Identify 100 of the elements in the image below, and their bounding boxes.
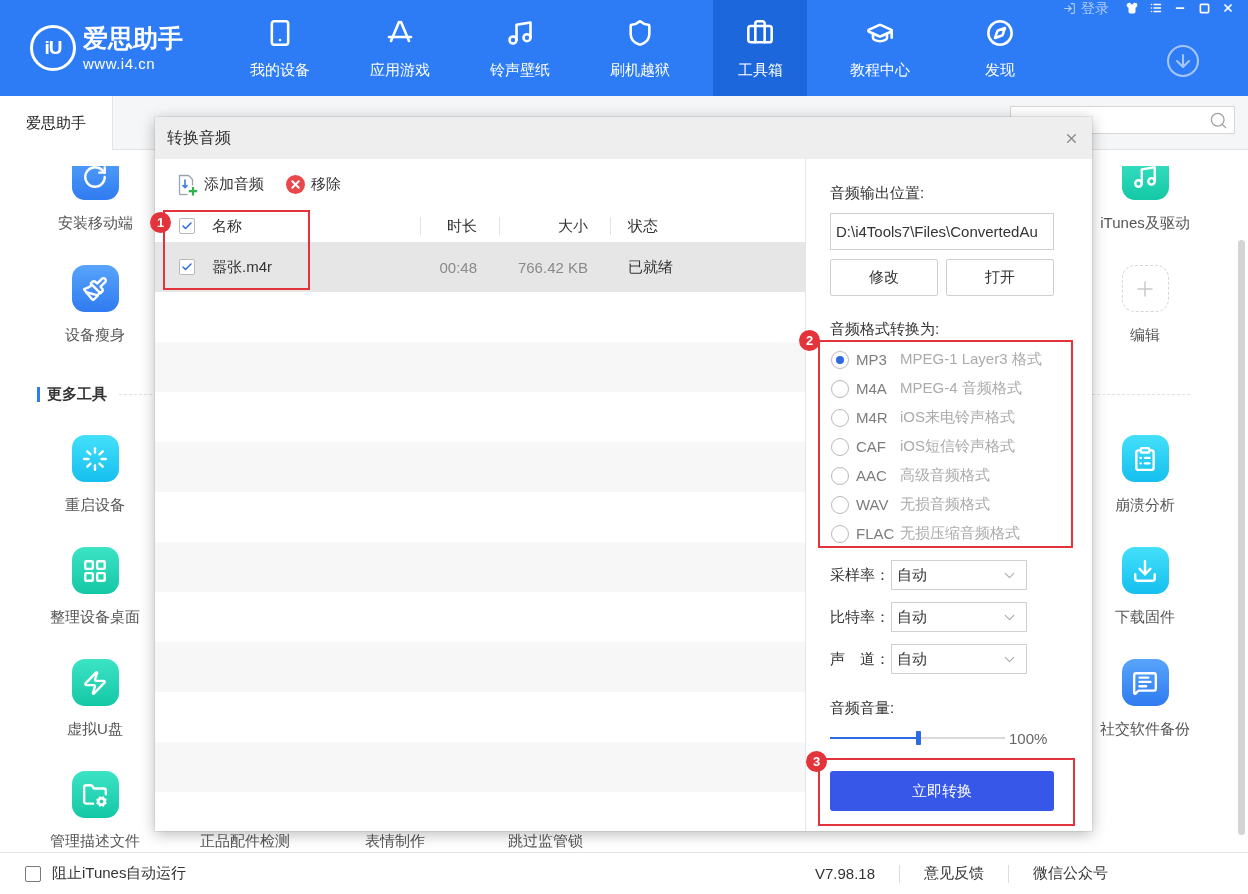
column-header[interactable]: 大小	[558, 216, 588, 236]
tool-label[interactable]: 重启设备	[65, 497, 125, 513]
action-button[interactable]: 打开	[946, 259, 1054, 296]
shirt-icon[interactable]	[1126, 2, 1138, 14]
table-cell: 766.42 KB	[517, 258, 588, 276]
lightning-icon[interactable]	[71, 659, 119, 706]
shield-icon	[626, 19, 654, 47]
field-label: 比特率：	[830, 607, 891, 627]
tool-label[interactable]: 虚拟U盘	[67, 721, 123, 737]
format-label[interactable]: AAC	[856, 467, 900, 484]
toolbar-button[interactable]: 添加音频	[178, 173, 264, 196]
format-label[interactable]: FLAC	[856, 525, 900, 542]
heading-bar-icon	[37, 386, 40, 402]
field-label: 音频格式转换为:	[830, 321, 941, 337]
logo: iU	[30, 25, 76, 71]
footer-link[interactable]: 微信公众号	[1033, 864, 1108, 883]
column-header[interactable]: 名称	[212, 216, 242, 236]
column-header[interactable]: 状态	[628, 216, 658, 236]
dropdown[interactable]: 自动	[891, 644, 1027, 674]
format-label[interactable]: CAF	[856, 438, 900, 455]
footer-link[interactable]: 意见反馈	[924, 864, 984, 883]
menu-icon[interactable]	[1150, 2, 1162, 14]
radio-button[interactable]	[831, 350, 849, 369]
checkbox-label[interactable]: 阻止iTunes自动运行	[52, 864, 187, 883]
download-icon[interactable]	[1121, 547, 1169, 594]
table-cell: 00:48	[439, 258, 477, 276]
format-label[interactable]: M4R	[856, 409, 900, 426]
file-add-icon	[178, 173, 198, 196]
tool-label[interactable]: 正品配件检测	[200, 833, 290, 849]
maximize-icon[interactable]	[1198, 2, 1210, 14]
format-description: iOS短信铃声格式	[900, 437, 1015, 456]
format-label[interactable]: MP3	[856, 351, 900, 368]
nav-tab[interactable]: 铃声壁纸	[473, 0, 567, 96]
table-row[interactable]: 嚣张.m4r 00:48 766.42 KB 已就绪	[155, 242, 805, 292]
column-header[interactable]: 时长	[447, 216, 477, 236]
tool-label[interactable]: 表情制作	[365, 833, 425, 849]
table-cell: 已就绪	[628, 257, 673, 277]
tab[interactable]: 爱思助手	[0, 96, 113, 150]
radio-button[interactable]	[831, 408, 849, 427]
path-field[interactable]: D:\i4Tools7\Files\ConvertedAu	[830, 213, 1054, 250]
tool-label[interactable]: 社交软件备份	[1100, 721, 1190, 737]
music-note-icon[interactable]	[1121, 166, 1169, 200]
nav-tab[interactable]: 应用游戏	[353, 0, 447, 96]
format-description: 无损压缩音频格式	[900, 524, 1020, 543]
radio-button[interactable]	[831, 524, 849, 543]
tool-label[interactable]: iTunes及驱动	[1100, 215, 1190, 231]
x-circle-icon	[286, 175, 305, 194]
checkbox[interactable]	[179, 259, 195, 275]
action-button[interactable]: 修改	[830, 259, 938, 296]
version-text: V7.98.18	[814, 865, 875, 882]
tool-label[interactable]: 跳过监管锁	[507, 833, 583, 849]
tool-label[interactable]: 编辑	[1130, 327, 1160, 343]
tool-label[interactable]: 崩溃分析	[1115, 497, 1175, 513]
grid-icon[interactable]	[71, 547, 119, 594]
nav-tab[interactable]: 教程中心	[833, 0, 927, 96]
clipboard-icon[interactable]	[1121, 435, 1169, 482]
tool-label[interactable]: 安装移动端	[57, 215, 133, 231]
brush-icon[interactable]	[71, 265, 119, 312]
nav-tab[interactable]: 发现	[953, 0, 1047, 96]
chat-icon[interactable]	[1121, 659, 1169, 706]
search-icon[interactable]	[1209, 110, 1228, 130]
convert-button[interactable]: 立即转换	[830, 771, 1054, 811]
format-description: MPEG-1 Layer3 格式	[900, 350, 1042, 369]
field-label: 音频音量:	[830, 700, 896, 716]
dropdown[interactable]: 自动	[891, 602, 1027, 632]
nav-tab[interactable]: 刷机越狱	[593, 0, 687, 96]
radio-button[interactable]	[831, 437, 849, 456]
field-label: 音频输出位置:	[830, 185, 926, 201]
radio-button[interactable]	[831, 466, 849, 485]
tool-label[interactable]: 管理描述文件	[50, 833, 140, 849]
checkbox[interactable]	[25, 865, 41, 882]
radio-button[interactable]	[831, 379, 849, 398]
website-url: www.i4.cn	[83, 55, 157, 73]
tool-label[interactable]: 整理设备桌面	[50, 609, 140, 625]
dropdown[interactable]: 自动	[891, 560, 1027, 590]
format-description: MPEG-4 音频格式	[900, 379, 1022, 398]
toolbar-button[interactable]: 移除	[286, 175, 341, 194]
folder-gear-icon[interactable]	[71, 771, 119, 818]
spinner-icon[interactable]	[71, 435, 119, 482]
nav-tab[interactable]: 我的设备	[233, 0, 327, 96]
nav-tab[interactable]: 工具箱	[713, 0, 807, 96]
download-icon[interactable]	[1165, 43, 1201, 79]
plus-icon[interactable]	[1121, 265, 1169, 312]
format-description: 无损音频格式	[900, 495, 990, 514]
slider-thumb[interactable]	[915, 731, 921, 745]
checkbox[interactable]	[179, 218, 195, 234]
field-label: 声 道：	[830, 649, 891, 669]
dialog-title: 转换音频	[167, 127, 231, 148]
radio-button[interactable]	[831, 495, 849, 514]
section-heading: 更多工具	[47, 384, 107, 404]
volume-reading: 100%	[1009, 729, 1048, 747]
close-icon[interactable]	[1222, 2, 1234, 14]
scrollbar[interactable]	[1238, 240, 1245, 835]
tool-label[interactable]: 设备瘦身	[65, 327, 125, 343]
format-label[interactable]: M4A	[856, 380, 900, 397]
circular-arrow-icon[interactable]	[71, 166, 119, 200]
tool-label[interactable]: 下载固件	[1115, 609, 1175, 625]
format-description: iOS来电铃声格式	[900, 408, 1015, 427]
format-label[interactable]: WAV	[856, 496, 900, 513]
format-description: 高级音频格式	[900, 466, 990, 485]
